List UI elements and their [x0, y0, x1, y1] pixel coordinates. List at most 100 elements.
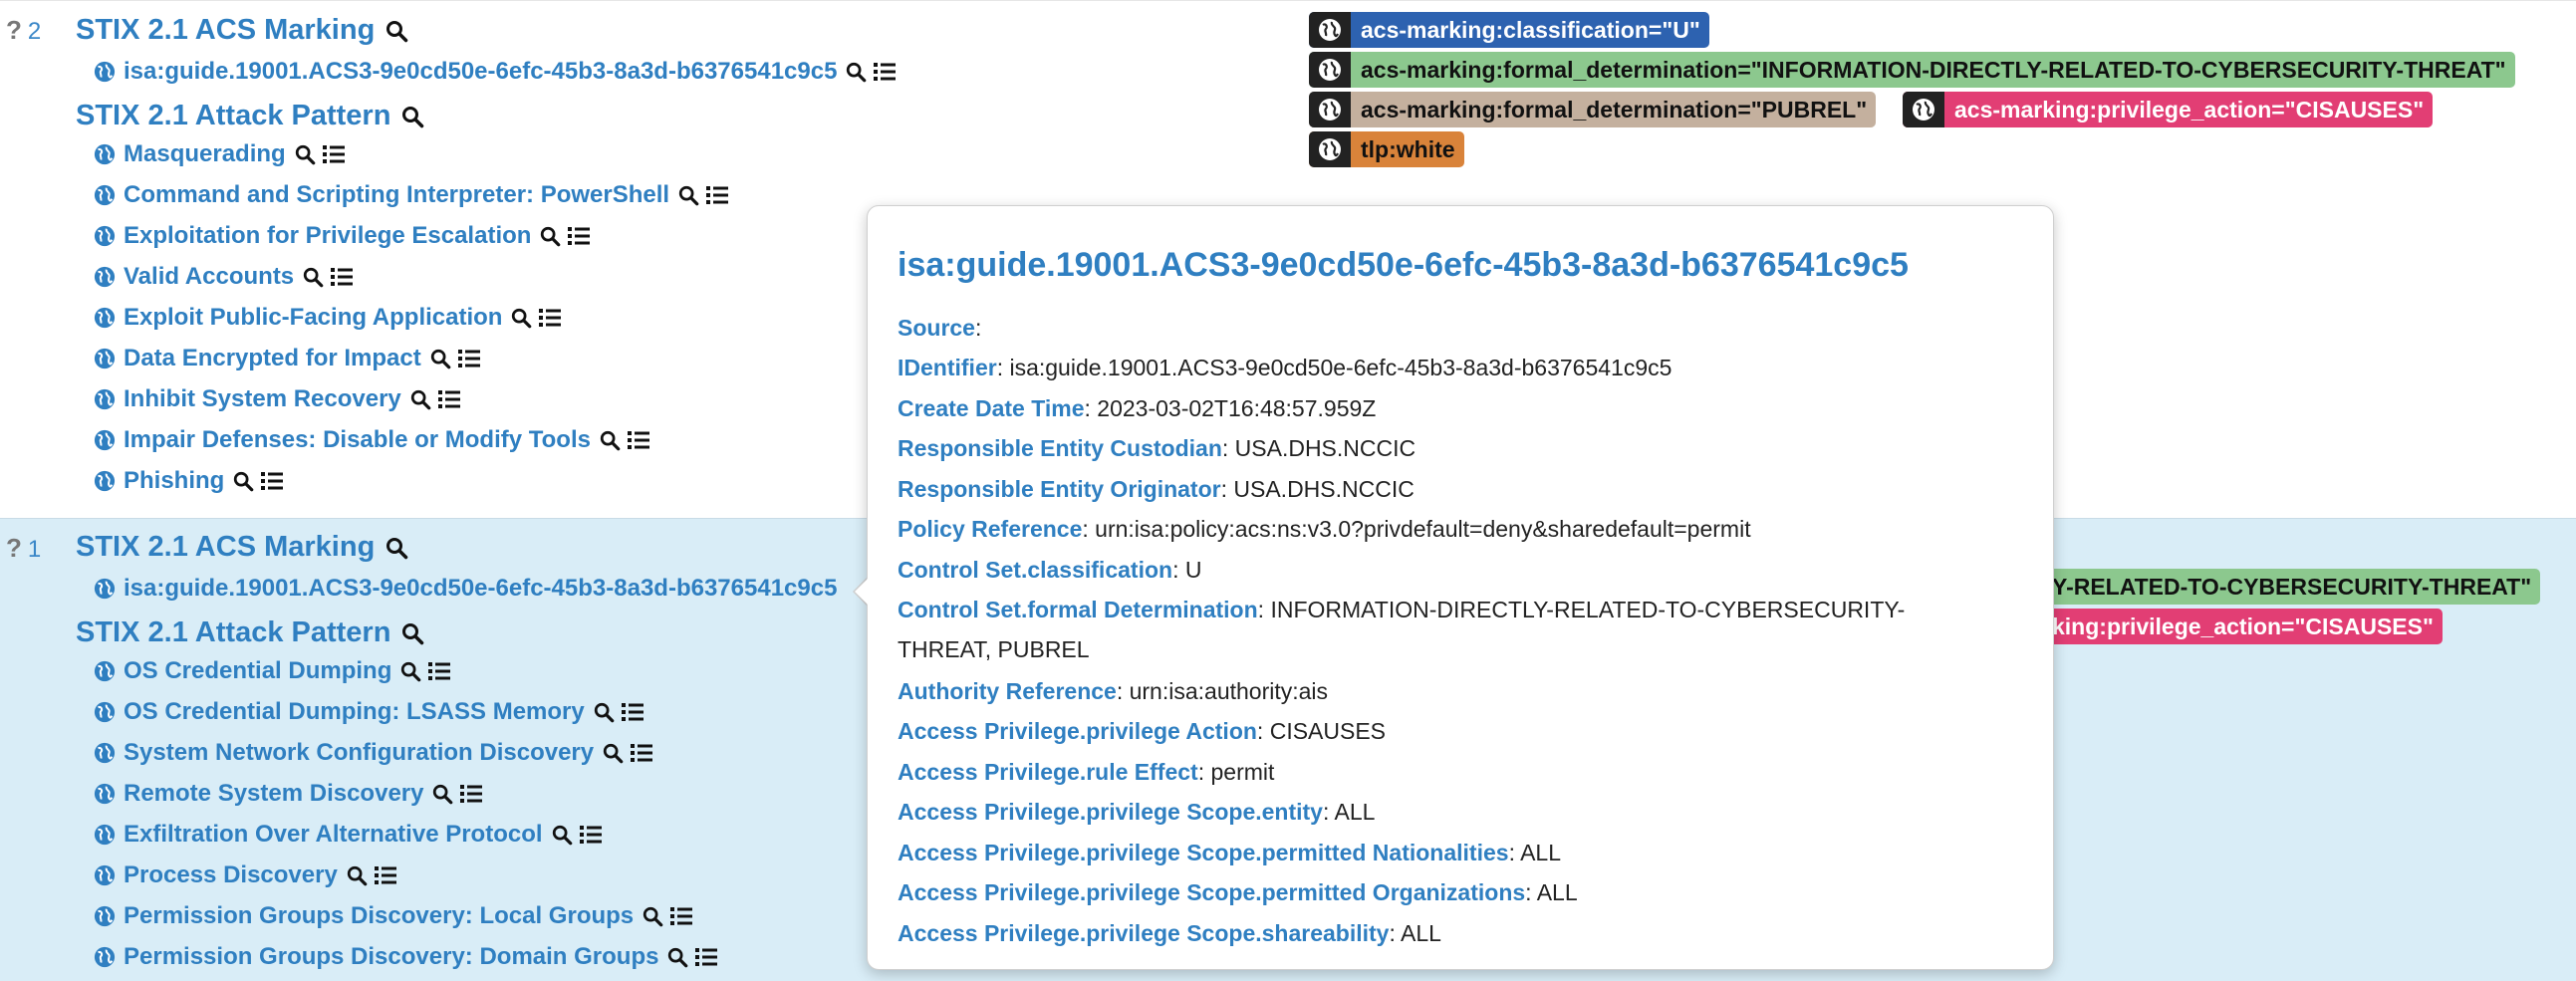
list-icon[interactable] — [427, 660, 451, 682]
question-icon[interactable]: ? — [6, 533, 22, 563]
attack-pattern-item[interactable]: Masquerading — [94, 140, 346, 168]
attack-pattern-item[interactable]: Process Discovery — [94, 861, 397, 889]
globe-icon — [1903, 92, 1944, 127]
globe-icon — [1309, 52, 1351, 88]
section-title-attack-pattern: STIX 2.1 Attack Pattern — [76, 100, 424, 132]
list-icon[interactable] — [330, 266, 354, 288]
search-icon[interactable] — [385, 536, 408, 560]
globe-icon — [94, 348, 116, 369]
globe-icon — [94, 946, 116, 968]
globe-icon — [94, 742, 116, 764]
search-icon[interactable] — [677, 184, 699, 206]
search-icon[interactable] — [845, 61, 867, 83]
search-icon[interactable] — [539, 225, 561, 247]
popover-field-scope-entity: Access Privilege.privilege Scope.entity:… — [898, 799, 1376, 825]
search-icon[interactable] — [400, 621, 424, 645]
popover-field-rule-effect: Access Privilege.rule Effect: permit — [898, 759, 1275, 785]
popover-field-formal-determination: Control Set.formal Determination: INFORM… — [898, 597, 1906, 662]
popover-field-create-date-time: Create Date Time: 2023-03-02T16:48:57.95… — [898, 395, 1377, 421]
search-icon[interactable] — [399, 660, 421, 682]
list-icon[interactable] — [627, 429, 650, 451]
acs-marking-item[interactable]: isa:guide.19001.ACS3-9e0cd50e-6efc-45b3-… — [94, 575, 837, 603]
list-icon[interactable] — [669, 905, 693, 927]
tag-acs-formal-determination-threat[interactable]: acs-marking:formal_determination="INFORM… — [1309, 52, 2515, 88]
search-icon[interactable] — [551, 824, 573, 846]
attack-pattern-item[interactable]: Data Encrypted for Impact — [94, 345, 481, 372]
globe-icon — [94, 905, 116, 927]
search-icon[interactable] — [510, 307, 532, 329]
attack-pattern-item[interactable]: Inhibit System Recovery — [94, 385, 461, 413]
globe-icon — [94, 864, 116, 886]
attack-pattern-item[interactable]: Exfiltration Over Alternative Protocol — [94, 821, 603, 849]
row-count: ? 1 — [6, 533, 42, 563]
attack-pattern-item[interactable]: System Network Configuration Discovery — [94, 739, 653, 767]
list-icon[interactable] — [630, 742, 653, 764]
search-icon[interactable] — [642, 905, 663, 927]
popover-field-classification: Control Set.classification: U — [898, 557, 1202, 583]
list-icon[interactable] — [705, 184, 729, 206]
globe-icon — [94, 61, 116, 83]
section-title-attack-pattern: STIX 2.1 Attack Pattern — [76, 616, 424, 649]
attack-pattern-item[interactable]: Impair Defenses: Disable or Modify Tools — [94, 426, 650, 454]
list-icon[interactable] — [621, 701, 644, 723]
list-icon[interactable] — [694, 946, 718, 968]
popover-field-source: Source: — [898, 315, 982, 341]
attack-pattern-item[interactable]: Valid Accounts — [94, 263, 354, 291]
tag-acs-classification[interactable]: acs-marking:classification="U" — [1309, 12, 1709, 48]
section-title-acs-marking: STIX 2.1 ACS Marking — [76, 531, 408, 564]
globe-icon — [94, 701, 116, 723]
search-icon[interactable] — [602, 742, 624, 764]
globe-icon — [94, 429, 116, 451]
popover-field-authority-reference: Authority Reference: urn:isa:authority:a… — [898, 678, 1329, 704]
list-icon[interactable] — [457, 348, 481, 369]
search-icon[interactable] — [599, 429, 621, 451]
list-icon[interactable] — [538, 307, 562, 329]
globe-icon — [94, 143, 116, 165]
search-icon[interactable] — [400, 105, 424, 128]
tag-tlp-white[interactable]: tlp:white — [1309, 131, 1464, 167]
attack-pattern-item[interactable]: Permission Groups Discovery: Local Group… — [94, 902, 693, 930]
search-icon[interactable] — [232, 470, 254, 492]
list-icon[interactable] — [260, 470, 284, 492]
acs-marking-item[interactable]: isa:guide.19001.ACS3-9e0cd50e-6efc-45b3-… — [94, 58, 897, 86]
popover-field-scope-organizations: Access Privilege.privilege Scope.permitt… — [898, 879, 1578, 905]
search-icon[interactable] — [385, 19, 408, 43]
popover-field-originator: Responsible Entity Originator: USA.DHS.N… — [898, 476, 1415, 502]
tag-acs-formal-determination-pubrel[interactable]: acs-marking:formal_determination="PUBREL… — [1309, 92, 1877, 127]
search-icon[interactable] — [666, 946, 688, 968]
search-icon[interactable] — [409, 388, 431, 410]
globe-icon — [94, 388, 116, 410]
tag-acs-privilege-action[interactable]: acs-marking:privilege_action="CISAUSES" — [1903, 92, 2434, 127]
list-icon[interactable] — [873, 61, 897, 83]
attack-pattern-item[interactable]: OS Credential Dumping — [94, 657, 451, 685]
tag-acs-privilege-action[interactable]: king:privilege_action="CISAUSES" — [2032, 609, 2443, 644]
search-icon[interactable] — [431, 783, 453, 805]
search-icon[interactable] — [346, 864, 368, 886]
question-icon[interactable]: ? — [6, 15, 22, 45]
attack-pattern-item[interactable]: Exploit Public-Facing Application — [94, 304, 562, 332]
search-icon[interactable] — [294, 143, 316, 165]
list-icon[interactable] — [459, 783, 483, 805]
globe-icon — [1309, 92, 1351, 127]
popover-field-scope-nationalities: Access Privilege.privilege Scope.permitt… — [898, 840, 1562, 865]
globe-icon — [1309, 12, 1351, 48]
attack-pattern-item[interactable]: Exploitation for Privilege Escalation — [94, 222, 591, 250]
search-icon[interactable] — [429, 348, 451, 369]
globe-icon — [94, 578, 116, 600]
list-icon[interactable] — [437, 388, 461, 410]
tag-acs-formal-determination-threat[interactable]: Y-RELATED-TO-CYBERSECURITY-THREAT" — [2032, 569, 2541, 605]
row-count: ? 2 — [6, 15, 42, 45]
list-icon[interactable] — [322, 143, 346, 165]
attack-pattern-item[interactable]: Command and Scripting Interpreter: Power… — [94, 181, 729, 209]
list-icon[interactable] — [374, 864, 397, 886]
search-icon[interactable] — [302, 266, 324, 288]
popover-arrow-fill — [855, 578, 869, 606]
marking-details-popover: isa:guide.19001.ACS3-9e0cd50e-6efc-45b3-… — [867, 205, 2054, 970]
list-icon[interactable] — [567, 225, 591, 247]
list-icon[interactable] — [579, 824, 603, 846]
attack-pattern-item[interactable]: Phishing — [94, 467, 284, 495]
attack-pattern-item[interactable]: Remote System Discovery — [94, 780, 483, 808]
attack-pattern-item[interactable]: OS Credential Dumping: LSASS Memory — [94, 698, 644, 726]
search-icon[interactable] — [593, 701, 615, 723]
attack-pattern-item[interactable]: Permission Groups Discovery: Domain Grou… — [94, 943, 718, 971]
